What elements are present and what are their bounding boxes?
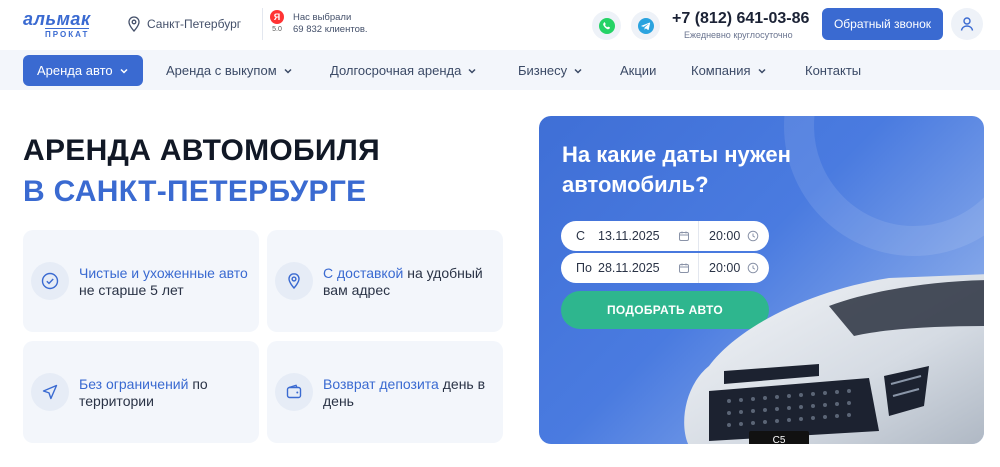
wallet-icon <box>275 373 313 411</box>
header-divider <box>262 8 263 40</box>
nav-label: Акции <box>620 63 657 78</box>
chevron-down-icon <box>757 68 766 74</box>
city-name: Санкт-Петербург <box>147 17 242 31</box>
calendar-icon[interactable] <box>678 230 694 242</box>
nav-label: Аренда с выкупом <box>166 63 277 78</box>
nav-label: Бизнесу <box>518 63 568 78</box>
car-plate: C5 <box>773 435 786 444</box>
from-time-input[interactable]: 20:00 <box>709 229 747 243</box>
logo-sub-text: ПРОКАТ <box>45 28 90 39</box>
map-pin-icon <box>275 262 313 300</box>
user-icon <box>960 17 974 31</box>
top-header: альмак ПРОКАТ Санкт-Петербург Я 5.0 Нас … <box>0 0 1000 50</box>
location-pin-icon <box>128 16 140 32</box>
chevron-down-icon <box>120 68 128 74</box>
feature-text: Возврат депозита день в день <box>323 376 486 409</box>
phone-number[interactable]: +7 (812) 641-03-86 <box>672 10 809 28</box>
yandex-icon: Я <box>270 10 284 24</box>
feature-card-no-limits: Без ограничений по территории <box>23 341 259 443</box>
navigation-icon <box>31 373 69 411</box>
booking-card: На какие даты нужен автомобиль? С 13.11.… <box>539 116 984 444</box>
yandex-rating-badge[interactable]: Я 5.0 <box>270 10 287 36</box>
main-nav: Аренда авто Аренда с выкупом Долгосрочна… <box>0 50 1000 90</box>
chevron-down-icon <box>574 68 582 74</box>
city-selector[interactable]: Санкт-Петербург <box>127 16 241 32</box>
nav-item-business[interactable]: Бизнесу <box>518 55 583 86</box>
chevron-down-icon <box>468 68 476 74</box>
nav-label: Аренда авто <box>37 63 113 78</box>
whatsapp-icon <box>598 17 615 34</box>
nav-item-car-rental[interactable]: Аренда авто <box>23 55 143 86</box>
rating-line-2: 69 832 клиентов. <box>293 24 368 35</box>
chevron-down-icon <box>284 68 292 74</box>
whatsapp-button[interactable] <box>592 11 621 40</box>
nav-label: Компания <box>691 63 751 78</box>
field-divider <box>698 221 699 251</box>
nav-item-contacts[interactable]: Контакты <box>805 55 861 86</box>
feature-card-deposit-return: Возврат депозита день в день <box>267 341 503 443</box>
phone-hours: Ежедневно круглосуточно <box>684 30 793 40</box>
nav-item-rent-to-own[interactable]: Аренда с выкупом <box>166 55 293 86</box>
telegram-icon <box>637 17 654 34</box>
feature-card-delivery: С доставкой на удобный вам адрес <box>267 230 503 332</box>
nav-label: Контакты <box>805 63 862 78</box>
to-date-input[interactable]: 28.11.2025 <box>598 261 678 275</box>
logo-main-text: альмак <box>23 9 91 29</box>
hero-title-line-2: В САНКТ-ПЕТЕРБУРГЕ <box>23 175 367 208</box>
logo[interactable]: альмак ПРОКАТ <box>23 9 111 39</box>
from-date-input[interactable]: 13.11.2025 <box>598 229 678 243</box>
feature-card-clean-cars: Чистые и ухоженные авто не старше 5 лет <box>23 230 259 332</box>
nav-item-promotions[interactable]: Акции <box>620 55 656 86</box>
rating-line-1: Нас выбрали <box>293 12 352 23</box>
booking-title: На какие даты нужен автомобиль? <box>562 142 791 197</box>
feature-text: Чистые и ухоженные авто не старше 5 лет <box>79 265 248 298</box>
check-icon <box>31 262 69 300</box>
nav-label: Долгосрочная аренда <box>330 63 462 78</box>
feature-text: С доставкой на удобный вам адрес <box>323 265 483 298</box>
nav-item-company[interactable]: Компания <box>691 55 767 86</box>
telegram-button[interactable] <box>631 11 660 40</box>
car-image: C5 <box>684 274 984 444</box>
from-label: С <box>576 229 586 243</box>
account-button[interactable] <box>951 8 983 40</box>
clock-icon[interactable] <box>747 230 761 242</box>
date-range-from[interactable]: С 13.11.2025 20:00 <box>561 221 769 251</box>
clients-count-text: Нас выбрали 69 832 клиентов. <box>293 12 368 36</box>
callback-button[interactable]: Обратный звонок <box>822 8 943 40</box>
nav-item-long-term[interactable]: Долгосрочная аренда <box>330 55 477 86</box>
yandex-score: 5.0 <box>272 26 282 33</box>
hero-title-line-1: АРЕНДА АВТОМОБИЛЯ <box>23 134 380 167</box>
feature-text: Без ограничений по территории <box>79 376 208 409</box>
to-label: По <box>576 261 592 275</box>
